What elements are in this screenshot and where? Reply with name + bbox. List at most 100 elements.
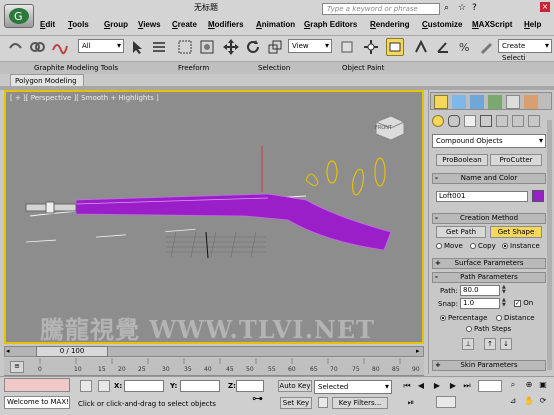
radio-instance[interactable]: Instance — [502, 242, 540, 250]
prev-shape-icon[interactable]: ↑ — [484, 338, 496, 350]
radio-path-steps[interactable]: Path Steps — [466, 325, 511, 333]
procutter-button[interactable]: ProCutter — [490, 154, 542, 166]
menu-group[interactable]: Group — [104, 20, 128, 29]
shapes-icon[interactable] — [448, 115, 460, 127]
set-key-icon[interactable]: ⊶ — [252, 392, 263, 405]
time-slider-right-arrow[interactable]: ▸ — [416, 347, 420, 355]
keyboard-shortcut-override-icon[interactable] — [386, 38, 404, 56]
field-of-view-icon[interactable]: ⊿ — [508, 396, 518, 406]
proboolean-button[interactable]: ProBoolean — [436, 154, 488, 166]
angle-snap-icon[interactable] — [434, 38, 452, 56]
create-tab-icon[interactable] — [434, 95, 448, 109]
object-color-swatch[interactable] — [532, 190, 544, 202]
tab-graphite-modeling-tools[interactable]: Graphite Modeling Tools — [34, 62, 118, 74]
name-and-color-rollout[interactable]: - Name and Color — [432, 173, 546, 184]
named-selection-set-dropdown[interactable]: Create Selecti — [498, 39, 552, 62]
get-shape-button[interactable]: Get Shape — [490, 226, 542, 238]
menu-edit[interactable]: Edit — [40, 20, 55, 29]
object-category-dropdown[interactable]: Compound Objects — [432, 134, 546, 148]
star-icon[interactable]: ☆ — [458, 3, 466, 13]
snap-value-field[interactable]: 1.0 — [460, 298, 500, 309]
zoom-extents-icon[interactable]: ▣ — [538, 380, 548, 390]
utilities-tab-icon[interactable] — [524, 95, 538, 109]
display-tab-icon[interactable] — [506, 95, 520, 109]
next-frame-icon[interactable]: ▶ — [448, 381, 458, 391]
perspective-viewport[interactable] — [4, 90, 424, 344]
track-bar[interactable] — [4, 358, 424, 376]
modify-tab-icon[interactable] — [452, 95, 466, 109]
rectangular-selection-icon[interactable] — [176, 38, 194, 56]
snap-on-checkbox[interactable]: ✓ On — [514, 299, 533, 307]
select-by-name-icon[interactable] — [150, 38, 168, 56]
object-name-field[interactable]: Loft001 — [436, 191, 528, 202]
tab-freeform[interactable]: Freeform — [178, 62, 209, 74]
tab-selection[interactable]: Selection — [258, 62, 290, 74]
path-spinner[interactable]: ▲ ▼ — [502, 285, 507, 296]
surface-parameters-rollout[interactable]: + Surface Parameters — [432, 258, 546, 269]
menu-graph-editors[interactable]: Graph Editors — [304, 20, 357, 29]
menu-create[interactable]: Create — [172, 20, 197, 29]
pan-icon[interactable]: ✋ — [524, 396, 534, 406]
pick-shape-icon[interactable]: ⊥ — [462, 338, 474, 350]
creation-method-rollout[interactable]: - Creation Method — [432, 213, 546, 224]
x-coord-field[interactable] — [124, 380, 164, 392]
helpers-icon[interactable] — [496, 115, 508, 127]
command-panel-scrollbar[interactable] — [547, 120, 552, 370]
orbit-icon[interactable]: ⟳ — [538, 396, 548, 406]
snaps-toggle-icon[interactable] — [412, 38, 430, 56]
menu-tools[interactable]: Tools — [68, 20, 89, 29]
maxscript-output[interactable]: Welcome to MAX! — [4, 396, 70, 409]
cameras-icon[interactable] — [480, 115, 492, 127]
set-key-button[interactable]: Set Key — [280, 397, 312, 409]
go-to-end-icon[interactable]: ⏭ — [462, 381, 472, 391]
tab-object-paint[interactable]: Object Paint — [342, 62, 384, 74]
radio-distance[interactable]: Distance — [496, 314, 535, 322]
select-and-link-icon[interactable] — [28, 38, 46, 56]
menu-help[interactable]: Help — [524, 20, 541, 29]
space-warps-icon[interactable] — [512, 115, 524, 127]
skin-parameters-rollout[interactable]: + Skin Parameters — [432, 360, 546, 371]
undo-icon[interactable] — [6, 38, 24, 56]
next-shape-icon[interactable]: ↓ — [500, 338, 512, 350]
mini-curve-editor-icon[interactable]: ≡ — [10, 361, 24, 373]
menu-modifiers[interactable]: Modifiers — [208, 20, 244, 29]
radio-percentage[interactable]: Percentage — [440, 314, 487, 322]
close-icon[interactable]: × — [540, 2, 550, 12]
zoom-icon[interactable]: ⌕ — [508, 380, 518, 390]
menu-rendering[interactable]: Rendering — [370, 20, 410, 29]
key-mode-dropdown[interactable]: Selected — [314, 380, 392, 394]
application-button[interactable]: G — [4, 4, 34, 28]
percent-snap-icon[interactable]: % — [456, 38, 474, 56]
select-and-rotate-icon[interactable] — [244, 38, 262, 56]
search-input[interactable]: Type a keyword or phrase — [322, 3, 440, 15]
absolute-mode-icon[interactable] — [98, 380, 110, 392]
window-crossing-icon[interactable] — [198, 38, 216, 56]
select-object-icon[interactable] — [128, 38, 146, 56]
time-slider-left-arrow[interactable]: ◂ — [6, 347, 10, 355]
radio-move[interactable]: Move — [436, 242, 463, 250]
auto-key-button[interactable]: Auto Key — [278, 380, 312, 392]
maxscript-listener-mini[interactable] — [4, 378, 70, 392]
menu-customize[interactable]: Customize — [422, 20, 462, 29]
viewport-label[interactable]: [ + ][ Perspective ][ Smooth + Highlight… — [10, 94, 159, 102]
go-to-start-icon[interactable]: ⏮ — [402, 381, 412, 391]
menu-views[interactable]: Views — [138, 20, 161, 29]
edit-named-selection-icon[interactable] — [478, 38, 496, 56]
path-parameters-rollout[interactable]: - Path Parameters — [432, 272, 546, 283]
current-frame-field[interactable] — [478, 380, 502, 392]
systems-icon[interactable] — [528, 115, 540, 127]
previous-frame-icon[interactable]: ◀ — [416, 381, 426, 391]
select-and-scale-icon[interactable] — [266, 38, 284, 56]
key-mode-toggle-icon[interactable]: ⏯ — [406, 398, 416, 408]
motion-tab-icon[interactable] — [488, 95, 502, 109]
snap-spinner[interactable]: ▲ ▼ — [502, 298, 507, 309]
z-coord-field[interactable] — [236, 380, 264, 392]
get-path-button[interactable]: Get Path — [436, 226, 486, 238]
search-icon[interactable]: ⌕ — [444, 3, 449, 13]
hierarchy-tab-icon[interactable] — [470, 95, 484, 109]
pivot-center-icon[interactable] — [338, 38, 356, 56]
help-icon[interactable]: ? — [472, 3, 477, 13]
zoom-all-icon[interactable]: ⊕ — [524, 380, 534, 390]
menu-animation[interactable]: Animation — [256, 20, 295, 29]
play-icon[interactable]: ▶ — [432, 381, 442, 391]
